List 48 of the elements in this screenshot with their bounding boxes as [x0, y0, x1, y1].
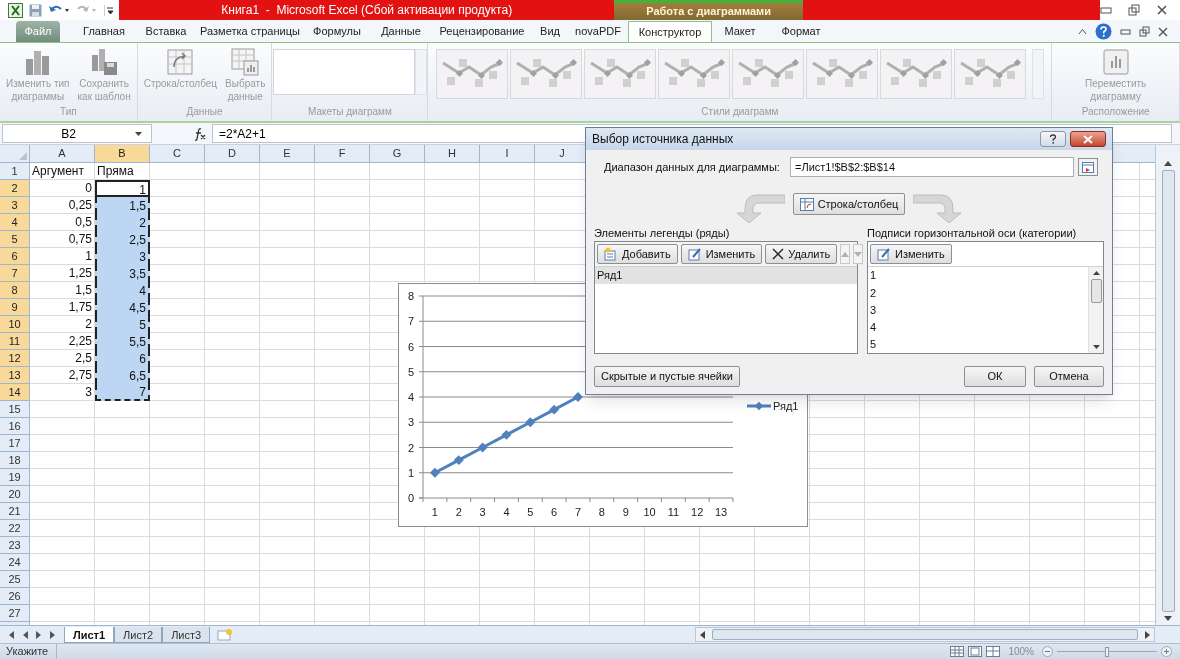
field-label: Диапазон данных для диаграммы:: [603, 159, 781, 175]
axis-label: 9: [622, 506, 629, 518]
legend-label: Ряд1: [773, 400, 799, 412]
axis-label: 11: [667, 506, 680, 518]
table-cell: 3: [95, 248, 150, 265]
axis-label: 7: [574, 506, 582, 518]
axis-label: 8: [598, 506, 605, 518]
axis-label: 3: [407, 416, 415, 429]
axis-label: 2: [407, 441, 415, 454]
group-label: Расположение: [1081, 105, 1150, 119]
axis-label: 1: [431, 506, 438, 518]
axis-label: 6: [407, 340, 415, 353]
axis-label: 10: [643, 506, 656, 518]
axis-label: 0: [407, 492, 415, 504]
axis-label: 13: [714, 506, 728, 518]
table-cell: 3,5: [95, 265, 150, 282]
axis-label: 5: [407, 365, 415, 378]
panel-title: Подписи горизонтальной оси (категории): [867, 226, 1078, 241]
axis-label: 8: [407, 290, 415, 302]
table-cell: 1,5: [95, 197, 150, 214]
axis-label: 6: [551, 506, 558, 518]
axis-label: 4: [407, 391, 415, 403]
table-cell: 5: [95, 316, 150, 333]
table-cell: 5,5: [95, 333, 150, 350]
axis-label: 7: [407, 315, 415, 328]
table-cell: 1: [95, 180, 150, 197]
table-cell: 6: [95, 350, 150, 367]
axis-label: 1: [407, 466, 415, 479]
group-label: Макеты диаграмм: [308, 105, 392, 119]
axis-label: 12: [691, 506, 704, 518]
table-cell: 4: [95, 282, 150, 299]
dialog-title: Выбор источника данных: [592, 131, 735, 148]
group-label: Тип: [60, 105, 77, 119]
axis-label: 3: [479, 506, 486, 518]
axis-label: 4: [503, 506, 510, 518]
group-label: Данные: [186, 105, 223, 119]
table-cell: 4,5: [95, 299, 150, 316]
table-cell: 6,5: [95, 367, 150, 384]
axis-label: 2: [455, 506, 462, 518]
table-cell: 2: [95, 214, 150, 231]
table-cell: 2,5: [95, 231, 150, 248]
table-cell: 7: [95, 384, 150, 401]
axis-label: 5: [527, 506, 534, 518]
window-title: Книга1 - Microsoft Excel (Сбой активации продукта): [221, 2, 513, 19]
group-label: Стили диаграмм: [701, 105, 779, 119]
panel-title: Элементы легенды (ряды): [594, 226, 731, 241]
context-tab-group-label: Работа с диаграммами: [646, 4, 771, 20]
status-text: Укажите: [0, 643, 58, 659]
